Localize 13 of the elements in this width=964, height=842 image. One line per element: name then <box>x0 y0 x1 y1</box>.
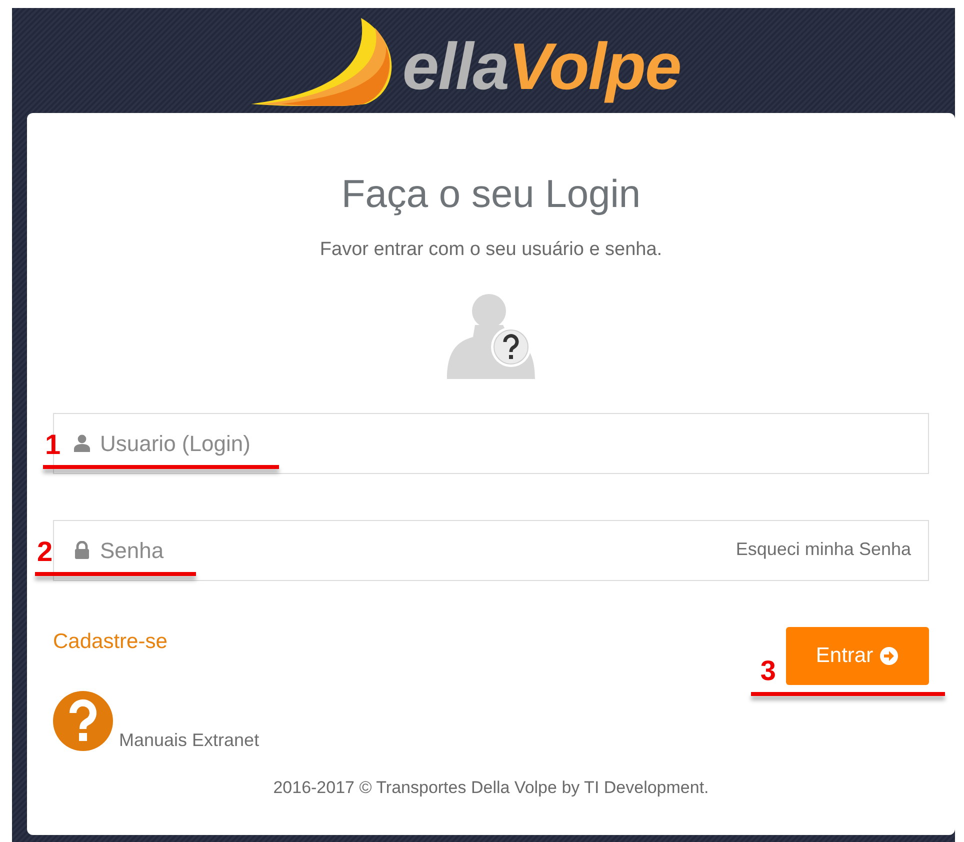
annotation-number: 2 <box>37 538 53 566</box>
user-icon <box>73 434 91 452</box>
footer-text: 2016-2017 © Transportes Della Volpe by TI Development. <box>273 778 709 798</box>
manuals-link[interactable]: Manuais Extranet <box>119 730 260 751</box>
forgot-password-link[interactable]: Esqueci minha Senha <box>736 539 911 560</box>
annotation-number: 3 <box>760 657 776 685</box>
register-link[interactable]: Cadastre-se <box>53 630 168 654</box>
lock-icon <box>73 541 91 559</box>
subtitle-text: Favor entrar com o seu usuário e senha. <box>320 239 662 261</box>
page-heading: Faça o seu Login <box>341 173 641 217</box>
logo-text: ellaVolpe <box>402 28 681 104</box>
arrow-circle-icon <box>879 646 900 666</box>
help-icon <box>53 691 113 751</box>
